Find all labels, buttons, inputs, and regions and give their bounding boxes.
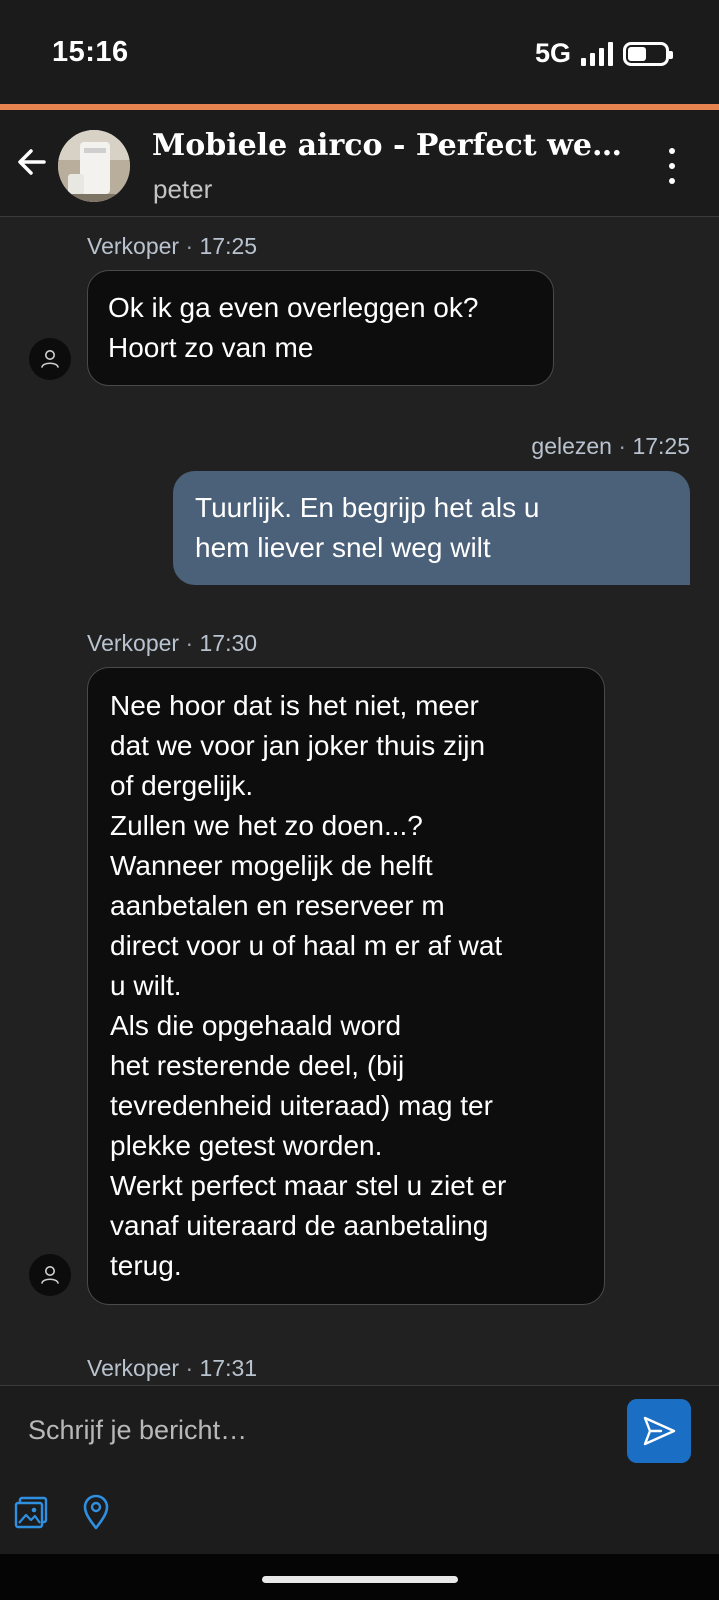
battery-level	[628, 46, 646, 61]
attach-location-button[interactable]	[76, 1492, 116, 1532]
network-type: 5G	[534, 38, 571, 68]
status-indicators: 5G	[534, 38, 673, 69]
message-meta: Verkoper · 17:31	[87, 1355, 258, 1381]
sender-name: Verkoper	[87, 1355, 180, 1381]
message-bubble-incoming[interactable]: Ok ik ga even overleggen ok? Hoort zo va…	[87, 270, 554, 386]
message-meta: gelezen · 17:25	[531, 433, 690, 459]
send-button[interactable]	[627, 1399, 691, 1463]
location-pin-icon	[83, 1494, 109, 1530]
back-button[interactable]	[12, 142, 52, 182]
attach-image-button[interactable]	[12, 1492, 52, 1532]
message-meta: Verkoper · 17:25	[87, 233, 258, 259]
message-bubble-incoming[interactable]: Nee hoor dat is het niet, meer dat we vo…	[87, 667, 605, 1305]
signal-icon	[581, 41, 613, 66]
avatar	[29, 1254, 71, 1296]
more-options-button[interactable]	[667, 148, 677, 184]
message-time: 17:25	[199, 233, 258, 259]
more-vertical-icon	[669, 148, 675, 154]
system-navigation-bar	[0, 1554, 719, 1600]
chat-screen: 15:16 5G Mobiele airco - Perfect wer… pe…	[0, 0, 719, 1600]
sender-name: Verkoper	[87, 233, 180, 259]
image-gallery-icon	[14, 1496, 48, 1529]
attachment-bar	[0, 1476, 719, 1554]
sender-name: Verkoper	[87, 630, 180, 656]
message-bubble-outgoing[interactable]: Tuurlijk. En begrijp het als u hem lieve…	[173, 471, 690, 585]
message-time: 17:30	[199, 630, 258, 656]
battery-icon	[623, 41, 673, 66]
chat-title: Mobiele airco - Perfect wer…	[152, 128, 622, 163]
user-icon	[41, 1266, 59, 1284]
airco-image-icon	[58, 130, 130, 202]
message-list[interactable]: Verkoper · 17:25 Ok ik ga even overlegge…	[0, 217, 719, 1385]
message-input[interactable]	[16, 1400, 606, 1460]
chat-subtitle: peter	[153, 174, 213, 204]
message-composer	[0, 1385, 719, 1477]
arrow-left-icon	[18, 149, 46, 175]
product-thumbnail[interactable]	[58, 130, 130, 202]
status-time: 15:16	[52, 36, 129, 68]
user-icon	[41, 350, 59, 368]
message-time: 17:31	[199, 1355, 258, 1381]
read-status: gelezen	[531, 433, 612, 459]
send-icon	[643, 1416, 676, 1446]
status-bar: 15:16 5G	[0, 0, 719, 104]
message-meta: Verkoper · 17:30	[87, 630, 258, 656]
home-indicator[interactable]	[262, 1576, 458, 1583]
chat-header: Mobiele airco - Perfect wer… peter	[0, 110, 719, 217]
avatar	[29, 338, 71, 380]
message-time: 17:25	[632, 433, 690, 459]
